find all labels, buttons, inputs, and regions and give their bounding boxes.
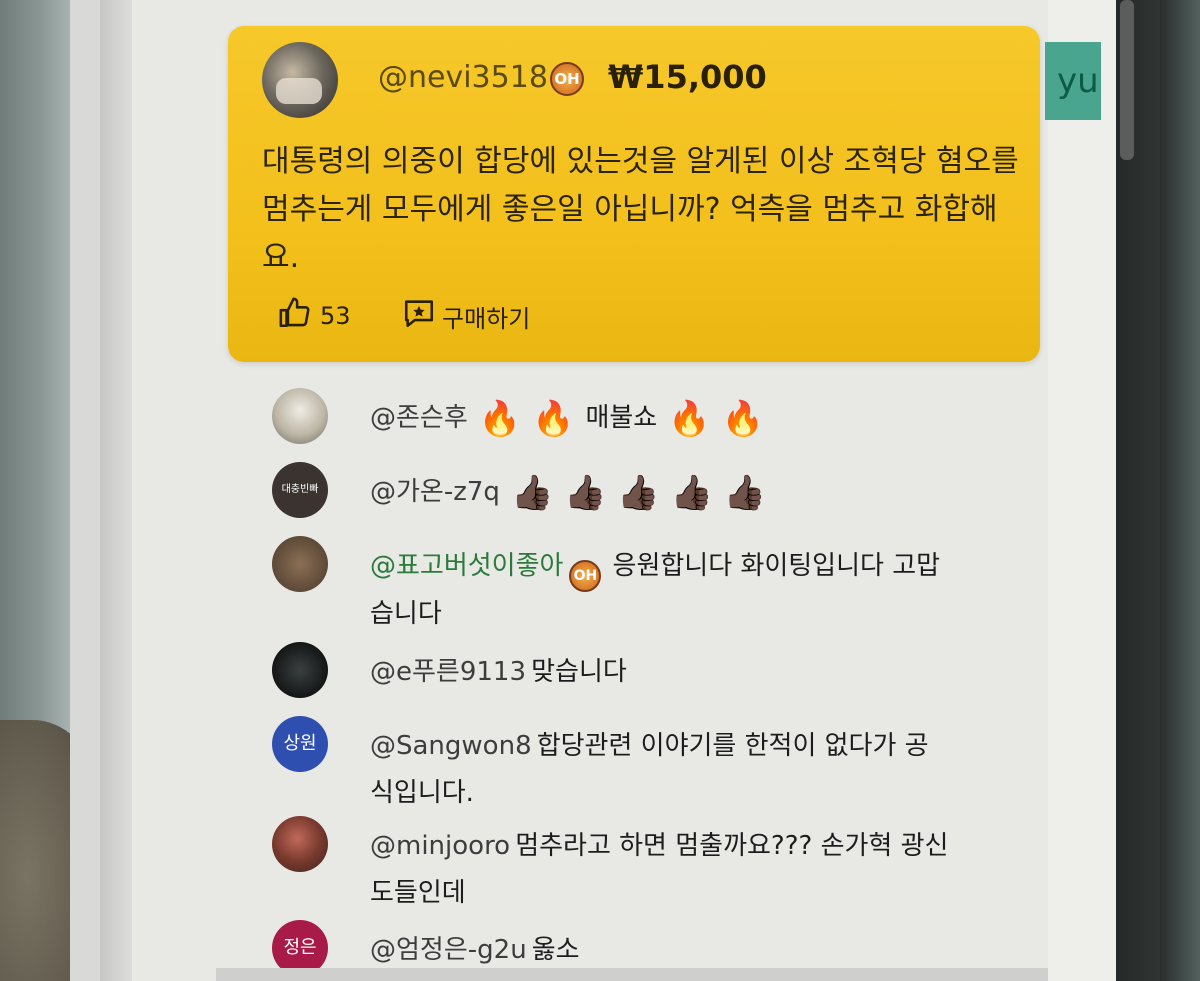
chat-text: 합당관련 이야기를 한적이 없다가 공 <box>536 731 929 761</box>
chat-author[interactable]: @Sangwon8 <box>370 731 532 761</box>
screen: @nevi3518 OH ₩15,000 대통령의 의중이 합당에 있는것을 알… <box>70 0 1134 981</box>
fire-emoji: 🔥 🔥 <box>478 399 575 439</box>
chat-list: @존슨후 🔥 🔥 매불쇼 🔥 🔥 대충빈빠 @가온-z7q 👍🏿 👍🏿 👍🏿 👍… <box>132 0 1072 981</box>
fire-emoji: 🔥 🔥 <box>668 399 764 439</box>
chat-text: 매불쇼 <box>585 403 658 433</box>
chat-line: @가온-z7q 👍🏿 👍🏿 👍🏿 👍🏿 👍🏿 <box>370 470 1010 517</box>
chat-author[interactable]: @엄정은-g2u <box>370 935 527 965</box>
right-frame-edge <box>1160 0 1200 981</box>
live-chat-panel: @nevi3518 OH ₩15,000 대통령의 의중이 합당에 있는것을 알… <box>132 0 1098 981</box>
thumbs-up-emoji: 👍🏿 👍🏿 👍🏿 👍🏿 👍🏿 <box>511 473 766 513</box>
chat-author[interactable]: @minjooro <box>370 831 510 861</box>
chat-text-continued: 도들인데 <box>370 878 466 908</box>
chat-line: @minjooro 멈추라고 하면 멈출까요??? 손가혁 광신 도들인데 <box>370 824 1010 918</box>
chat-text: 응원합니다 화이팅입니다 고맙 <box>612 551 941 581</box>
chat-line: @Sangwon8 합당관련 이야기를 한적이 없다가 공 식입니다. <box>370 724 1010 818</box>
member-badge-icon: OH <box>569 560 602 592</box>
avatar[interactable] <box>272 642 328 698</box>
chat-line: @존슨후 🔥 🔥 매불쇼 🔥 🔥 <box>370 396 1010 443</box>
avatar[interactable] <box>272 388 328 444</box>
avatar[interactable]: 대충빈빠 <box>272 462 328 518</box>
chat-author[interactable]: @e푸른9113 <box>370 657 526 687</box>
right-panel <box>1048 0 1116 981</box>
avatar[interactable] <box>272 536 328 592</box>
chat-line: @e푸른9113 맞습니다 <box>370 650 1010 697</box>
chat-text-continued: 식입니다. <box>370 778 474 808</box>
chat-author[interactable]: @가온-z7q <box>370 477 500 507</box>
chat-text: 멈추라고 하면 멈출까요??? 손가혁 광신 <box>515 831 949 861</box>
chat-line: @표고버섯이좋아 OH 응원합니다 화이팅입니다 고맙 습니다 <box>370 544 1010 639</box>
chat-text: 맞습니다 <box>531 657 627 687</box>
chat-text-continued: 습니다 <box>370 599 442 629</box>
avatar[interactable]: 상원 <box>272 716 328 772</box>
chat-text: 옳소 <box>531 935 580 965</box>
chat-author[interactable]: @표고버섯이좋아 <box>370 551 563 581</box>
page-scrollbar-thumb[interactable] <box>1120 0 1134 160</box>
panel-shade <box>100 0 134 981</box>
chat-author[interactable]: @존슨후 <box>370 403 468 433</box>
bottom-divider <box>216 968 1076 981</box>
avatar[interactable] <box>272 816 328 872</box>
side-panel-label[interactable]: yu <box>1045 42 1101 120</box>
